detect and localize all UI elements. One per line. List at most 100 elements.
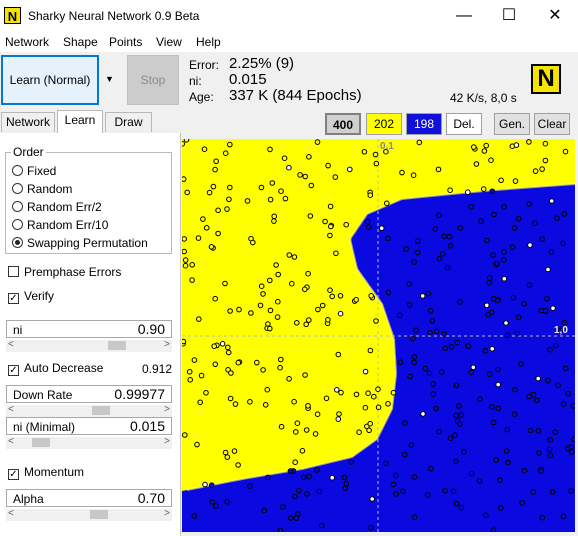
verify-box[interactable]: ✓ <box>8 293 19 304</box>
order-option-1[interactable]: Random <box>12 182 72 196</box>
order-option-0[interactable]: Fixed <box>12 164 56 178</box>
sample-point <box>490 527 497 532</box>
tab-network[interactable]: Network <box>1 112 55 132</box>
error-label: Error: <box>189 58 219 72</box>
sample-point <box>184 189 190 196</box>
menu-help[interactable]: Help <box>196 35 221 49</box>
radio-button[interactable] <box>12 183 23 194</box>
sample-point <box>222 280 228 287</box>
alpha-left-icon[interactable]: < <box>8 508 14 519</box>
minimize-icon[interactable]: — <box>441 0 487 32</box>
ni-slider-thumb[interactable] <box>107 341 126 350</box>
alpha-right-icon[interactable]: > <box>164 508 170 519</box>
premphase-checkbox[interactable]: Premphase Errors <box>8 265 121 279</box>
order-option-4[interactable]: Swapping Permutation <box>12 236 148 250</box>
alpha-field: Alpha 0.70 <box>6 489 172 507</box>
order-option-2[interactable]: Random Err/2 <box>12 200 102 214</box>
down-rate-left-icon[interactable]: < <box>8 404 14 415</box>
sample-point <box>225 344 231 351</box>
ni-slider-right-icon[interactable]: > <box>164 339 170 350</box>
sample-point <box>442 345 449 352</box>
clear-button[interactable]: Clear <box>534 113 570 135</box>
learn-dropdown-icon[interactable]: ▼ <box>105 74 114 84</box>
menu-shape[interactable]: Shape <box>63 35 98 49</box>
alpha-value: 0.70 <box>137 490 165 506</box>
down-rate-thumb[interactable] <box>92 406 110 415</box>
sample-point <box>444 264 451 271</box>
sample-point <box>212 166 218 173</box>
down-rate-slider[interactable]: < > <box>6 404 172 417</box>
menu-network[interactable]: Network <box>5 35 49 49</box>
sample-point <box>306 153 312 160</box>
delete-button[interactable]: Del. <box>446 113 482 135</box>
sample-point <box>450 488 457 495</box>
sample-point <box>498 177 504 184</box>
sample-point <box>530 391 537 398</box>
close-icon[interactable]: ✕ <box>532 0 578 32</box>
classification-canvas[interactable]: 0,1 1,0 <box>182 139 575 532</box>
sample-point <box>510 294 517 301</box>
auto-decrease-checkbox[interactable]: ✓ Auto Decrease <box>8 361 103 376</box>
momentum-checkbox[interactable]: ✓ Momentum <box>8 465 84 480</box>
app-logo: N <box>531 64 561 94</box>
ni-slider-left-icon[interactable]: < <box>8 339 14 350</box>
sample-point <box>515 215 522 222</box>
sample-point <box>305 270 311 277</box>
tab-draw[interactable]: Draw <box>105 112 152 132</box>
premphase-box[interactable] <box>8 266 19 277</box>
radio-button[interactable] <box>12 165 23 176</box>
radio-button[interactable] <box>12 237 23 248</box>
ni-min-right-icon[interactable]: > <box>164 436 170 447</box>
sample-point <box>432 226 439 232</box>
sample-point <box>497 477 503 483</box>
sample-point <box>435 166 442 173</box>
ni-min-thumb[interactable] <box>32 438 50 447</box>
sample-point <box>335 416 342 422</box>
sample-point <box>372 151 379 158</box>
ni-slider[interactable]: < > <box>6 339 172 352</box>
count-blue-button[interactable]: 198 <box>406 113 442 135</box>
sample-point <box>487 371 493 377</box>
ni-min-left-icon[interactable]: < <box>8 436 14 447</box>
sample-point <box>375 386 381 392</box>
sample-point <box>406 302 413 308</box>
maximize-icon[interactable]: ☐ <box>486 0 532 32</box>
sample-point <box>286 164 292 171</box>
sample-point <box>343 221 349 228</box>
window-title: Sharky Neural Network 0.9 Beta <box>28 9 200 23</box>
sample-point <box>267 196 274 203</box>
sample-point <box>457 421 463 427</box>
sample-point <box>428 466 434 472</box>
sample-point <box>447 435 454 442</box>
tab-learn[interactable]: Learn <box>57 110 103 133</box>
sample-point <box>294 420 301 427</box>
count-total-button[interactable]: 400 <box>325 113 361 135</box>
alpha-slider[interactable]: < > <box>6 508 172 521</box>
sample-point <box>208 244 215 250</box>
momentum-box[interactable]: ✓ <box>8 469 19 480</box>
sample-point <box>343 480 350 487</box>
verify-checkbox[interactable]: ✓ Verify <box>8 289 54 304</box>
auto-decrease-box[interactable]: ✓ <box>8 365 19 376</box>
generate-button[interactable]: Gen. <box>494 113 530 135</box>
menu-view[interactable]: View <box>156 35 182 49</box>
sample-point <box>424 492 431 498</box>
learn-button[interactable]: Learn (Normal) <box>1 55 99 105</box>
stop-button[interactable]: Stop <box>127 55 179 105</box>
menu-points[interactable]: Points <box>109 35 142 49</box>
count-yellow-button[interactable]: 202 <box>366 113 402 135</box>
sample-point <box>501 204 507 210</box>
ni-min-slider[interactable]: < > <box>6 436 172 449</box>
alpha-thumb[interactable] <box>89 510 108 519</box>
radio-button[interactable] <box>12 201 23 212</box>
sample-point <box>307 213 314 219</box>
sample-point <box>419 293 426 299</box>
classification-plot[interactable]: 0,1 1,0 <box>182 139 575 532</box>
sample-point <box>477 396 483 402</box>
sample-point <box>215 207 221 214</box>
radio-button[interactable] <box>12 219 23 230</box>
down-rate-right-icon[interactable]: > <box>164 404 170 415</box>
order-option-3[interactable]: Random Err/10 <box>12 218 108 232</box>
sample-point <box>441 233 448 239</box>
sample-point <box>299 448 306 454</box>
